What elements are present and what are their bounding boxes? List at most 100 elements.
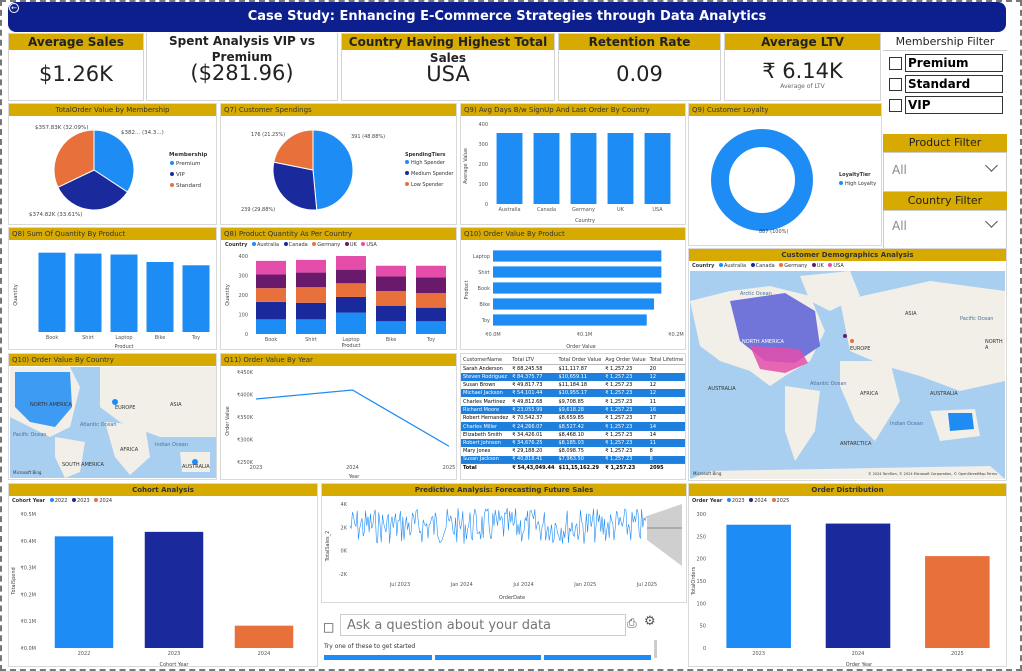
panel-title: Cohort Analysis — [9, 484, 317, 496]
table-cell: $7,963.50 — [556, 455, 604, 464]
qa-input[interactable] — [340, 614, 626, 636]
country-map[interactable]: NORTH AMERICA EUROPE ASIA AFRICA SOUTH A… — [10, 367, 216, 478]
membership-option-vip[interactable]: VIP — [889, 96, 1007, 114]
table-cell: 12 — [647, 372, 685, 381]
chat-icon: □ — [323, 620, 335, 634]
option-label: VIP — [905, 96, 1003, 114]
panel-avg-days: Q9) Avg Days B/w SignUp And Last Order B… — [460, 103, 686, 225]
tick-label: ₹0.4M — [21, 539, 36, 545]
map-label: Pacific Ocean — [960, 316, 994, 322]
table-row[interactable]: Susan Brown ₹ 49,817.73 $11,184.18 ₹ 1,257.… — [461, 381, 685, 389]
table-row[interactable]: Susan Jackson ₹ 40,818.41 $7,963.50 ₹ 1,257… — [461, 455, 685, 464]
tick-label: ₹0.2M — [21, 592, 36, 598]
tick-label: 0K — [341, 549, 348, 555]
column-header[interactable]: Avg Order Value — [603, 356, 648, 365]
panel-title: TotalOrder Value by Membership — [9, 104, 216, 116]
country-dropdown[interactable]: All — [883, 210, 1007, 250]
world-map[interactable]: ASIA NORTH AMERICA EUROPE AFRICA AUSTRAL… — [690, 271, 1005, 479]
legend-item: Canada — [755, 263, 775, 269]
map-label: NORTH AMERICA — [30, 402, 72, 408]
table-row[interactable]: Steven Rodriguez ₹ 84,375.77 $10,659.11 ₹ 1… — [461, 372, 685, 381]
tick-label: 2024 — [346, 465, 359, 471]
bar-segment — [296, 259, 326, 273]
legend-item: VIP — [176, 172, 185, 178]
product-dropdown[interactable]: All — [883, 152, 1007, 192]
bar-segment — [376, 321, 406, 334]
legend-dot — [839, 181, 843, 185]
dropdown-value: All — [892, 219, 907, 233]
table-row[interactable]: Charles Miller ₹ 24,266.07 $8,527.42 ₹ 1,25… — [461, 422, 685, 431]
table-row[interactable]: Sarah Anderson ₹ 88,245.58 $11,117.87 ₹ 1,2… — [461, 364, 685, 372]
axis-label: Product — [342, 343, 361, 349]
kpi-label: Average LTV — [725, 34, 880, 50]
table-cell: 12 — [649, 382, 657, 389]
chevron-down-icon[interactable] — [985, 159, 998, 172]
panel-customer-spendings: Q7) Customer Spendings 176 (21.25%) 391 … — [220, 103, 457, 225]
tick-label: ₹400K — [237, 393, 254, 399]
legend-title: LoyaltyTier — [839, 172, 871, 178]
table-cell: $10,659.11 — [556, 372, 604, 381]
table-cell: ₹ 23,055.99 — [510, 405, 557, 415]
back-icon[interactable]: ← — [9, 3, 19, 13]
chevron-down-icon[interactable] — [985, 215, 998, 228]
table-cell: ₹ 1,257.23 — [603, 438, 648, 448]
panel-cohort: Cohort Analysis Cohort Year 2022 2023 20… — [8, 483, 318, 668]
tick-label: 0 — [245, 332, 248, 338]
checkbox[interactable] — [889, 77, 902, 91]
pie-label: $357.83K (32.09%) — [35, 125, 88, 131]
legend-title: Order Year — [692, 498, 723, 504]
legend-item: 2023 — [731, 498, 745, 504]
table-cell: 20 — [649, 365, 657, 372]
legend-dot — [828, 263, 833, 267]
suggestion-button[interactable] — [324, 655, 432, 660]
tick-label: 300 — [696, 512, 706, 518]
donut-ring — [711, 129, 813, 231]
scrollbar[interactable] — [654, 640, 657, 658]
panel-title: Q7) Customer Spendings — [221, 104, 456, 116]
legend-item: 2022 — [54, 498, 68, 504]
legend-item: Low Spender — [411, 182, 444, 188]
table-cell: 14 — [649, 431, 657, 438]
table-row[interactable]: Richard Moore ₹ 23,055.99 $9,618.28 ₹ 1,257… — [461, 405, 685, 415]
tick-label: Shirt — [478, 270, 490, 276]
column-header[interactable]: Total Order Value — [556, 356, 604, 365]
axis-label: Order Value — [566, 344, 596, 350]
bar-segment — [416, 265, 446, 278]
tick-label: 4K — [341, 502, 348, 508]
tick-label: Laptop — [473, 254, 490, 260]
map-label: Pacific Ocean — [13, 432, 47, 438]
map-land — [690, 271, 1005, 479]
table-row[interactable]: Michael Jackson ₹ 54,101.44 $10,955.17 ₹ 1,… — [461, 389, 685, 398]
kpi-average-sales: Average Sales $1.26K — [8, 33, 144, 101]
membership-option-premium[interactable]: Premium — [889, 54, 1007, 72]
pie-label: 391 (48.88%) — [351, 134, 385, 140]
legend-item: High Loyalty — [845, 181, 876, 187]
table-row[interactable]: Robert Johnson ₹ 34,676.25 $8,185.03 ₹ 1,25… — [461, 438, 685, 448]
table-row[interactable]: Mary Jones ₹ 29,188.20 $8,098.75 ₹ 1,257.23… — [461, 447, 685, 455]
bar-segment — [256, 288, 286, 302]
pie-label: 239 (29.88%) — [241, 207, 275, 213]
suggestion-button[interactable] — [544, 655, 651, 660]
copy-icon[interactable]: ⎙ — [627, 616, 637, 631]
suggestion-button[interactable] — [435, 655, 541, 660]
column-header[interactable]: CustomerName — [461, 356, 511, 365]
kpi-value: $1.26K — [39, 62, 113, 86]
table-cell: 8 — [647, 455, 685, 464]
tick-label: 2025 — [951, 651, 964, 657]
checkbox[interactable] — [889, 56, 902, 70]
tick-label: ₹450K — [237, 370, 254, 376]
column-header[interactable]: Total LTV — [510, 356, 557, 365]
table-row[interactable]: Robert Hernandez ₹ 70,542.37 $8,659.85 ₹ 1,… — [461, 414, 685, 422]
column-header[interactable]: Total Lifetime — [647, 356, 685, 365]
table-cell: $8,659.85 — [558, 415, 584, 422]
tick-label: ₹0.3M — [21, 566, 36, 572]
panel-forecast: Predictive Analysis: Forecasting Future … — [321, 483, 687, 603]
table-row[interactable]: Elizabeth Smith ₹ 34,426.01 $8,468.10 ₹ 1,2… — [461, 431, 685, 439]
gear-icon[interactable]: ⚙ — [644, 614, 656, 629]
table-cell: Robert Johnson — [461, 438, 511, 448]
table-cell: ₹ 1,257.23 — [605, 448, 633, 455]
table-cell: $9,708.85 — [558, 398, 584, 405]
membership-option-standard[interactable]: Standard — [889, 75, 1007, 93]
table-row[interactable]: Charles Martinez ₹ 49,812.68 $9,708.85 ₹ 1,… — [461, 397, 685, 405]
checkbox[interactable] — [889, 98, 902, 112]
